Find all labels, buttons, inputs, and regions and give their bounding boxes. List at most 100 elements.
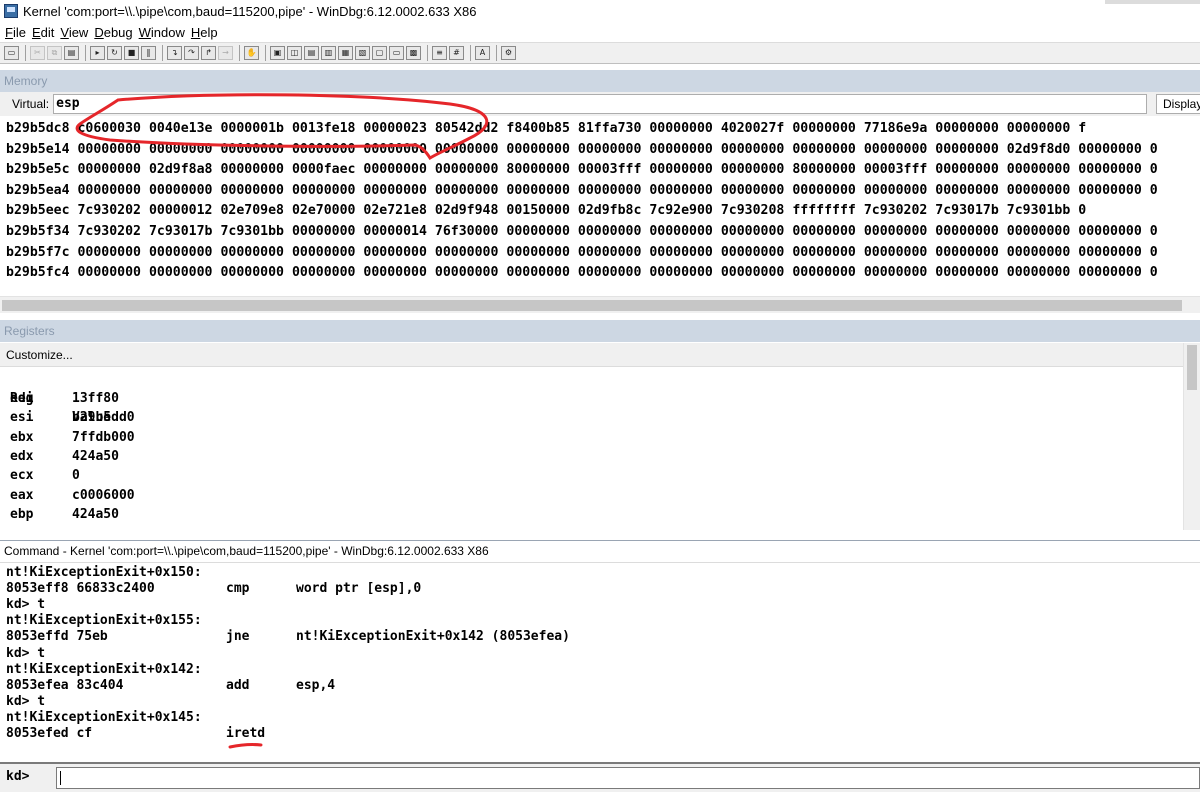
registers-vertical-scrollbar[interactable] [1183,343,1200,530]
command-input-row: kd> [0,762,1200,792]
memory-dword: 80542dd2 [434,121,499,136]
memory-dword: 00000000 [863,182,928,198]
register-value[interactable]: 0 [72,466,80,485]
memory-row: b29b5dc8 c0600030 0040e13e 0000001b 0013… [6,118,1086,139]
break-icon[interactable]: ‖ [141,46,156,60]
memory-address: b29b5f34 [6,224,70,239]
command-prompt-line: kd> t [6,645,46,661]
memory-dword: 00000000 [363,244,427,260]
register-name: edi [10,391,34,406]
run-to-cursor-icon[interactable]: → [218,46,233,60]
memory-dword: 00000000 [577,224,642,239]
call-stack-window-icon[interactable]: ▧ [355,46,370,60]
memory-dword: 00000000 [577,182,642,198]
customize-button[interactable]: Customize... [0,343,1200,367]
register-value[interactable]: c0006000 [72,486,135,505]
disassembly-window-icon[interactable]: ▢ [372,46,387,60]
memory-dword: 02e709e8 [220,203,284,219]
memory-dword: 00000000 [577,244,642,260]
memory-address: b29b5dc8 [6,121,70,136]
memory-dword: 02d9f948 [434,203,499,219]
memory-dword: f [1078,121,1087,136]
memory-dword: 00000000 [1078,244,1142,260]
options-icon[interactable]: ⚙ [501,46,516,60]
command-prompt-line: kd> t [6,693,46,709]
source-mode-icon[interactable]: ≡ [432,46,447,60]
menu-edit[interactable]: Edit [29,25,57,40]
memory-address: b29b5e5c [6,162,70,178]
step-over-icon[interactable]: ↷ [184,46,199,60]
memory-dword: 0 [1149,265,1158,281]
instruction-address-bytes: 8053efed cf [6,726,93,741]
register-value[interactable]: b29b5dd0 [72,408,135,427]
restart-icon[interactable]: ↻ [107,46,122,60]
memory-dword: 80000000 [506,162,570,178]
memory-dword: 00000000 [148,182,213,198]
memory-dword: 00000012 [148,203,213,219]
memory-dword: 02d9f8a8 [148,162,213,178]
memory-dword: 00000000 [77,162,142,178]
registers-window-icon[interactable]: ▥ [321,46,336,60]
hex-mode-icon[interactable]: # [449,46,464,60]
memory-row: b29b5fc4 00000000 00000000 00000000 0000… [6,262,1158,283]
memory-dword: 00000000 [506,244,570,260]
register-name: ebx [10,429,34,445]
step-out-icon[interactable]: ↱ [201,46,216,60]
register-value[interactable]: 424a50 [72,505,119,524]
registers-view[interactable]: Reg Value edi 13ff80 esi b29b5dd0 ebx 7ffdb00… [0,368,1200,530]
scratch-pad-icon[interactable]: ▭ [389,46,404,60]
menu-window[interactable]: Window [136,25,188,40]
memory-dword: 00000000 [649,224,713,239]
open-icon[interactable]: ▭ [4,46,19,60]
menu-file[interactable]: File [2,25,29,40]
memory-dword: 00000000 [77,265,142,281]
scrollbar-thumb[interactable] [2,300,1182,311]
virtual-address-input[interactable]: esp [53,94,1148,114]
memory-horizontal-scrollbar[interactable] [0,296,1200,313]
memory-dword: 00000000 [649,121,713,136]
instruction-operands: word ptr [esp],0 [296,581,422,597]
memory-address: b29b5f7c [6,244,70,260]
command-window-icon[interactable]: ▣ [270,46,285,60]
memory-dword: 7c93017b [148,224,213,239]
memory-dword: 00000000 [792,182,856,198]
register-value[interactable]: 424a50 [72,447,119,466]
instruction-mnemonic: iretd [226,726,266,741]
cut-icon[interactable]: ✂ [30,46,45,60]
font-icon[interactable]: A [475,46,490,60]
processes-threads-icon[interactable]: ▩ [406,46,421,60]
register-value[interactable]: 13ff80 [72,389,119,408]
toolbar: ▭ ✂ ⧉ ▤ ▸ ↻ ■ ‖ ↴ ↷ ↱ → ✋ ▣ ◫ ▤ ▥ ▦ ▧ ▢ … [0,42,1200,64]
scrollbar-thumb[interactable] [1187,345,1197,390]
menu-view[interactable]: View [57,25,91,40]
stop-debugging-icon[interactable]: ■ [124,46,139,60]
memory-dword: 00000000 [363,162,427,178]
step-into-icon[interactable]: ↴ [167,46,182,60]
locals-window-icon[interactable]: ▤ [304,46,319,60]
instruction-address-bytes: 8053efea 83c404 [6,677,124,693]
memory-dword: 00000000 [434,141,499,157]
memory-view[interactable]: b29b5dc8 c0600030 0040e13e 0000001b 0013… [0,117,1200,297]
memory-address: b29b5eec [6,203,70,219]
copy-icon[interactable]: ⧉ [47,46,62,60]
command-input[interactable] [56,767,1200,789]
memory-dword: 00000000 [220,182,284,198]
toolbar-separator [25,45,26,61]
breakpoint-hand-icon[interactable]: ✋ [244,46,259,60]
memory-dword: 00000000 [220,265,284,281]
memory-dword: 00000000 [720,265,785,281]
go-icon[interactable]: ▸ [90,46,105,60]
command-output[interactable]: nt!KiExceptionExit+0x150: 8053eff8 66833c… [0,562,1200,762]
memory-dword: 7c930208 [720,203,785,219]
paste-icon[interactable]: ▤ [64,46,79,60]
register-value[interactable]: 7ffdb000 [72,428,135,447]
command-pane-header: Command - Kernel 'com:port=\\.\pipe\com,… [0,540,1200,562]
toolbar-separator [265,45,266,61]
memory-dword: 00000000 [363,141,427,157]
watch-window-icon[interactable]: ◫ [287,46,302,60]
menu-help[interactable]: Help [188,25,221,40]
memory-dword: 00000000 [506,182,570,198]
display-format-button[interactable]: Display [1156,94,1200,114]
memory-window-icon[interactable]: ▦ [338,46,353,60]
menu-debug[interactable]: Debug [91,25,135,40]
